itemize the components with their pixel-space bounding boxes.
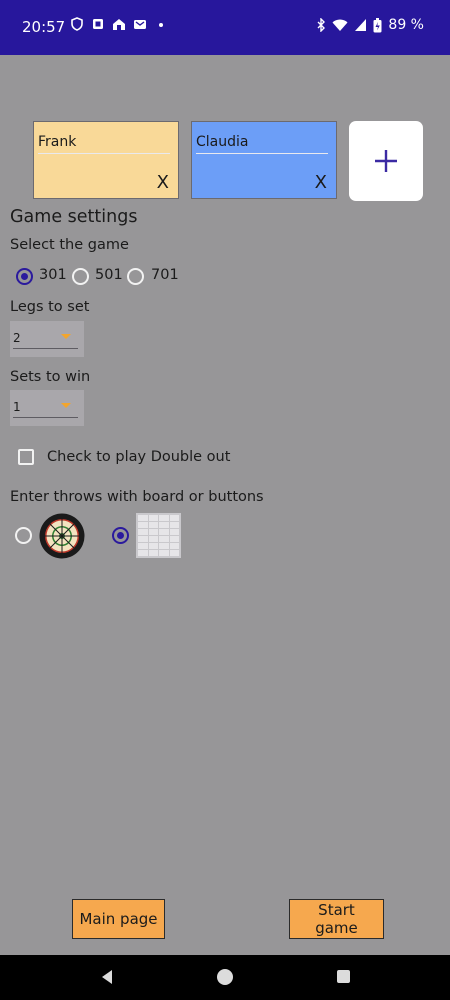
vpn-shield-icon: [71, 17, 83, 31]
message-app-icon: [134, 20, 146, 29]
signal-icon: [355, 19, 367, 31]
remove-player-button[interactable]: X: [315, 174, 327, 192]
dartboard-icon: [39, 513, 85, 559]
radio-701[interactable]: [127, 268, 144, 285]
player-name-field[interactable]: Frank: [38, 134, 170, 154]
navigation-bar: [0, 955, 450, 1000]
settings-heading: Game settings: [10, 207, 138, 227]
add-player-button[interactable]: [349, 121, 423, 201]
double-out-checkbox[interactable]: [18, 449, 34, 465]
battery-icon: [373, 17, 382, 32]
picker-underline: [13, 348, 78, 349]
player-card-frank[interactable]: Frank X: [33, 121, 179, 199]
radio-301-label: 301: [39, 267, 67, 283]
dropdown-arrow-icon: [61, 403, 71, 408]
status-time: 20:57: [22, 18, 66, 36]
radio-501-label: 501: [95, 267, 123, 283]
home-app-icon: [113, 19, 125, 30]
player-name-field[interactable]: Claudia: [196, 134, 328, 154]
home-icon[interactable]: [217, 969, 233, 985]
wifi-icon: [332, 19, 348, 31]
back-icon[interactable]: [99, 969, 115, 985]
battery-level: 89 %: [388, 17, 424, 33]
remove-player-button[interactable]: X: [157, 174, 169, 192]
legs-value: 2: [13, 331, 21, 345]
dot-icon: [159, 23, 163, 27]
notification-app-icon: [93, 19, 103, 29]
dropdown-arrow-icon: [61, 334, 71, 339]
radio-keypad-mode[interactable]: [112, 527, 129, 544]
select-game-label: Select the game: [10, 237, 129, 253]
radio-501[interactable]: [72, 268, 89, 285]
sets-label: Sets to win: [10, 369, 91, 385]
legs-label: Legs to set: [10, 299, 90, 315]
radio-301[interactable]: [16, 268, 33, 285]
sets-value: 1: [13, 400, 21, 414]
recent-apps-icon[interactable]: [337, 970, 350, 983]
player-card-claudia[interactable]: Claudia X: [191, 121, 337, 199]
bluetooth-icon: [317, 18, 326, 32]
picker-underline: [13, 417, 78, 418]
main-page-button[interactable]: Main page: [72, 899, 165, 939]
legs-picker[interactable]: 2: [10, 321, 84, 357]
radio-board-mode[interactable]: [15, 527, 32, 544]
radio-701-label: 701: [151, 267, 179, 283]
start-game-button[interactable]: Start game: [289, 899, 384, 939]
sets-picker[interactable]: 1: [10, 390, 84, 426]
keypad-icon: [136, 513, 181, 558]
status-bar: 20:57 89 %: [0, 0, 450, 55]
input-mode-label: Enter throws with board or buttons: [10, 489, 264, 505]
double-out-label: Check to play Double out: [47, 449, 231, 465]
plus-icon: [375, 150, 397, 172]
